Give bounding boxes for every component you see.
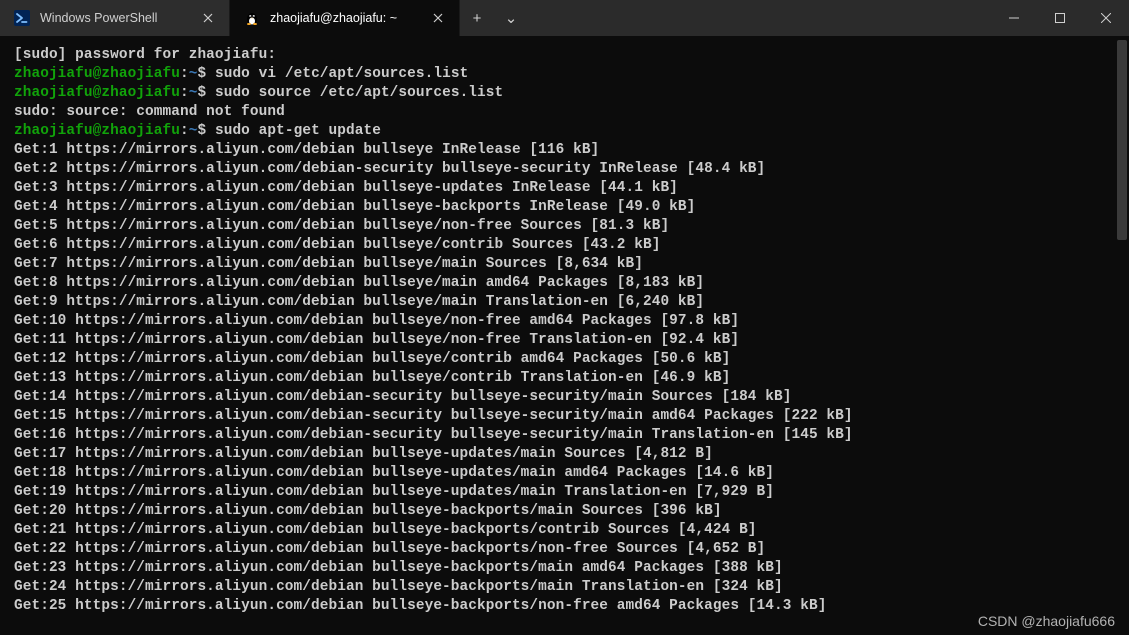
window-controls [991,0,1129,36]
terminal-line: Get:8 https://mirrors.aliyun.com/debian … [14,274,1115,293]
prompt-sigil: $ [197,123,206,139]
terminal-line: Get:15 https://mirrors.aliyun.com/debian… [14,407,1115,426]
terminal-line: [sudo] password for zhaojiafu: [14,46,1115,65]
terminal-line: Get:10 https://mirrors.aliyun.com/debian… [14,312,1115,331]
output-text: Get:15 https://mirrors.aliyun.com/debian… [14,408,853,424]
output-text: Get:14 https://mirrors.aliyun.com/debian… [14,389,791,405]
close-window-button[interactable] [1083,0,1129,36]
tux-icon [244,10,260,26]
output-text: Get:21 https://mirrors.aliyun.com/debian… [14,522,757,538]
terminal-line: Get:5 https://mirrors.aliyun.com/debian … [14,217,1115,236]
output-text: Get:16 https://mirrors.aliyun.com/debian… [14,427,853,443]
output-text: Get:10 https://mirrors.aliyun.com/debian… [14,313,739,329]
terminal-output[interactable]: [sudo] password for zhaojiafu: zhaojiafu@… [0,36,1129,620]
terminal-line: Get:14 https://mirrors.aliyun.com/debian… [14,388,1115,407]
tab-powershell[interactable]: Windows PowerShell [0,0,230,36]
prompt-sigil: $ [197,66,206,82]
terminal-line: sudo: source: command not found [14,103,1115,122]
chevron-down-icon: ⌄ [505,9,518,27]
tab-title: zhaojiafu@zhaojiafu: ~ [270,11,419,25]
terminal-line: Get:13 https://mirrors.aliyun.com/debian… [14,369,1115,388]
titlebar-drag-region[interactable] [528,0,991,36]
terminal-line: Get:25 https://mirrors.aliyun.com/debian… [14,597,1115,616]
terminal-line: Get:23 https://mirrors.aliyun.com/debian… [14,559,1115,578]
close-icon[interactable] [429,9,447,27]
output-text: Get:6 https://mirrors.aliyun.com/debian … [14,237,660,253]
output-text: Get:5 https://mirrors.aliyun.com/debian … [14,218,669,234]
titlebar: Windows PowerShell zhaojiafu@zhaojiafu: … [0,0,1129,36]
terminal-line: Get:16 https://mirrors.aliyun.com/debian… [14,426,1115,445]
output-text: Get:4 https://mirrors.aliyun.com/debian … [14,199,695,215]
scrollbar-vertical[interactable] [1115,36,1129,635]
command-text: sudo vi /etc/apt/sources.list [206,66,468,82]
terminal-line: zhaojiafu@zhaojiafu:~$ sudo source /etc/… [14,84,1115,103]
output-text: Get:19 https://mirrors.aliyun.com/debian… [14,484,774,500]
output-text: Get:20 https://mirrors.aliyun.com/debian… [14,503,722,519]
prompt-user-host: zhaojiafu@zhaojiafu [14,123,180,139]
terminal-line: Get:1 https://mirrors.aliyun.com/debian … [14,141,1115,160]
terminal-line: Get:4 https://mirrors.aliyun.com/debian … [14,198,1115,217]
output-text: Get:7 https://mirrors.aliyun.com/debian … [14,256,643,272]
tab-title: Windows PowerShell [40,11,189,25]
minimize-button[interactable] [991,0,1037,36]
prompt-user-host: zhaojiafu@zhaojiafu [14,85,180,101]
terminal-line: Get:19 https://mirrors.aliyun.com/debian… [14,483,1115,502]
terminal-line: Get:17 https://mirrors.aliyun.com/debian… [14,445,1115,464]
output-text: Get:3 https://mirrors.aliyun.com/debian … [14,180,678,196]
watermark-text: CSDN @zhaojiafu666 [978,613,1115,629]
output-text: Get:23 https://mirrors.aliyun.com/debian… [14,560,783,576]
output-text: Get:22 https://mirrors.aliyun.com/debian… [14,541,765,557]
command-text: sudo apt-get update [206,123,381,139]
terminal-line: Get:7 https://mirrors.aliyun.com/debian … [14,255,1115,274]
prompt-colon: : [180,66,189,82]
terminal-line: Get:18 https://mirrors.aliyun.com/debian… [14,464,1115,483]
tab-dropdown-button[interactable]: ⌄ [494,0,528,36]
terminal-line: Get:21 https://mirrors.aliyun.com/debian… [14,521,1115,540]
terminal-line: Get:24 https://mirrors.aliyun.com/debian… [14,578,1115,597]
output-text: Get:17 https://mirrors.aliyun.com/debian… [14,446,713,462]
output-text: Get:2 https://mirrors.aliyun.com/debian-… [14,161,765,177]
new-tab-button[interactable]: + [460,0,494,36]
terminal-line: Get:12 https://mirrors.aliyun.com/debian… [14,350,1115,369]
output-text: [sudo] password for zhaojiafu: [14,47,276,63]
output-text: Get:9 https://mirrors.aliyun.com/debian … [14,294,704,310]
powershell-icon [14,10,30,26]
output-text: sudo: source: command not found [14,104,285,120]
close-icon[interactable] [199,9,217,27]
output-text: Get:8 https://mirrors.aliyun.com/debian … [14,275,704,291]
output-text: Get:18 https://mirrors.aliyun.com/debian… [14,465,774,481]
prompt-sigil: $ [197,85,206,101]
maximize-button[interactable] [1037,0,1083,36]
terminal-line: Get:6 https://mirrors.aliyun.com/debian … [14,236,1115,255]
prompt-colon: : [180,123,189,139]
output-text: Get:13 https://mirrors.aliyun.com/debian… [14,370,730,386]
terminal-line: zhaojiafu@zhaojiafu:~$ sudo vi /etc/apt/… [14,65,1115,84]
terminal-line: Get:11 https://mirrors.aliyun.com/debian… [14,331,1115,350]
terminal-line: Get:9 https://mirrors.aliyun.com/debian … [14,293,1115,312]
prompt-user-host: zhaojiafu@zhaojiafu [14,66,180,82]
tab-linux-shell[interactable]: zhaojiafu@zhaojiafu: ~ [230,0,460,36]
terminal-line: Get:2 https://mirrors.aliyun.com/debian-… [14,160,1115,179]
terminal-line: Get:3 https://mirrors.aliyun.com/debian … [14,179,1115,198]
scrollbar-thumb[interactable] [1117,40,1127,240]
output-text: Get:1 https://mirrors.aliyun.com/debian … [14,142,599,158]
terminal-line: Get:20 https://mirrors.aliyun.com/debian… [14,502,1115,521]
output-text: Get:12 https://mirrors.aliyun.com/debian… [14,351,730,367]
prompt-colon: : [180,85,189,101]
output-text: Get:25 https://mirrors.aliyun.com/debian… [14,598,826,614]
output-text: Get:11 https://mirrors.aliyun.com/debian… [14,332,739,348]
terminal-line: zhaojiafu@zhaojiafu:~$ sudo apt-get upda… [14,122,1115,141]
terminal-line: Get:22 https://mirrors.aliyun.com/debian… [14,540,1115,559]
tab-strip: Windows PowerShell zhaojiafu@zhaojiafu: … [0,0,460,36]
command-text: sudo source /etc/apt/sources.list [206,85,503,101]
output-text: Get:24 https://mirrors.aliyun.com/debian… [14,579,783,595]
plus-icon: + [473,10,482,27]
